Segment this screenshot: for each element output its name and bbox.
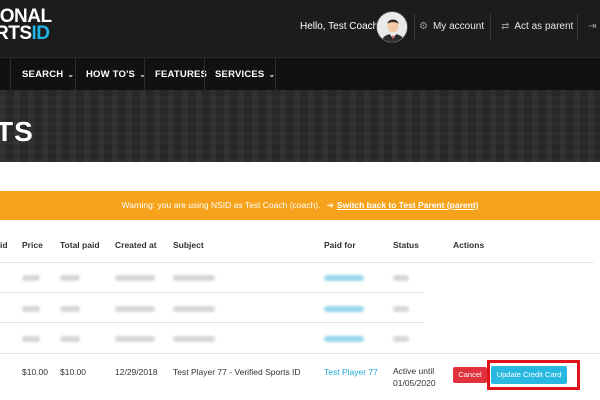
- redacted-cell: [22, 306, 40, 312]
- column-header-subject: Subject: [173, 240, 204, 250]
- redacted-cell: [60, 306, 80, 312]
- gear-icon: ⚙: [419, 21, 428, 32]
- table-divider: [0, 322, 424, 323]
- my-account-label: My account: [432, 21, 485, 32]
- swap-icon: ⇄: [501, 21, 510, 32]
- cancel-button[interactable]: Cancel: [453, 367, 487, 383]
- act-as-parent-label: Act as parent: [514, 21, 574, 32]
- status-line-2: 01/05/2020: [393, 378, 436, 388]
- avatar[interactable]: [376, 11, 408, 43]
- redacted-cell: [22, 336, 40, 342]
- redacted-cell: [393, 275, 409, 281]
- logo-id: ID: [31, 23, 51, 44]
- redacted-cell: [22, 275, 40, 281]
- page-title: TS: [0, 116, 34, 147]
- switch-back-link[interactable]: Switch back to Test Parent (parent): [337, 200, 479, 210]
- nav-divider: [10, 58, 11, 91]
- header-divider: [490, 14, 491, 40]
- nav-item-services[interactable]: SERVICES ⌄: [215, 58, 275, 91]
- avatar-icon: [377, 12, 407, 42]
- logo-sports: RTS: [0, 23, 32, 44]
- nav-item-label: SEARCH: [22, 69, 64, 80]
- column-header-id: id: [0, 240, 8, 250]
- table-divider: [0, 262, 424, 263]
- nav-item-label: SERVICES: [215, 69, 265, 80]
- logout-icon: ⇥: [588, 21, 597, 32]
- redacted-cell: [115, 275, 155, 281]
- created-at-cell: 12/29/2018: [115, 367, 158, 377]
- redacted-cell: [393, 306, 409, 312]
- column-header-price: Price: [22, 240, 43, 250]
- logo-line-2: RTSID: [0, 23, 52, 44]
- column-header-created-at: Created at: [115, 240, 157, 250]
- redacted-cell: [60, 275, 80, 281]
- redacted-cell: [173, 275, 215, 281]
- table-divider: [0, 292, 424, 293]
- redacted-cell: [324, 306, 364, 312]
- table-divider: [424, 262, 594, 263]
- header-divider: [577, 14, 578, 40]
- nav-divider: [204, 58, 205, 91]
- nav-divider: [75, 58, 76, 91]
- nav-item-features[interactable]: FEATURES: [155, 58, 207, 91]
- table-divider: [0, 353, 600, 354]
- switch-arrow-icon: ➔: [326, 200, 334, 210]
- redacted-cell: [324, 275, 364, 281]
- nav-item-label: HOW TO'S: [86, 69, 136, 80]
- nav-item-label: FEATURES: [155, 69, 208, 80]
- column-header-total-paid: Total paid: [60, 240, 100, 250]
- logout-link[interactable]: ⇥: [588, 21, 600, 32]
- redacted-cell: [173, 336, 215, 342]
- nav-item-search[interactable]: SEARCH ⌄: [22, 58, 74, 91]
- redacted-cell: [115, 336, 155, 342]
- nav-item-how-tos[interactable]: HOW TO'S ⌄: [86, 58, 146, 91]
- column-header-status: Status: [393, 240, 419, 250]
- redacted-cell: [115, 306, 155, 312]
- redacted-cell: [393, 336, 409, 342]
- main-navigation: SEARCH ⌄ HOW TO'S ⌄ FEATURES SERVICES ⌄: [0, 57, 600, 91]
- redacted-cell: [324, 336, 364, 342]
- redacted-cell: [60, 336, 80, 342]
- nav-divider: [144, 58, 145, 91]
- price-cell: $10.00: [22, 367, 48, 377]
- act-as-parent-link[interactable]: ⇄ Act as parent: [501, 21, 573, 32]
- site-logo[interactable]: IONAL RTSID: [0, 7, 52, 44]
- header-divider: [414, 14, 415, 40]
- greeting-text: Hello, Test Coach: [300, 21, 379, 32]
- column-header-paid-for: Paid for: [324, 240, 356, 250]
- paid-for-link[interactable]: Test Player 77: [324, 367, 378, 377]
- total-paid-cell: $10.00: [60, 367, 86, 377]
- page-hero: [0, 90, 600, 162]
- warning-text: Warning: you are using NSID as Test Coac…: [121, 200, 321, 210]
- top-header: IONAL RTSID Hello, Test Coach ⚙ My accoun…: [0, 0, 600, 57]
- status-line-1: Active until: [393, 366, 435, 376]
- nav-divider: [275, 58, 276, 91]
- impersonation-warning: Warning: you are using NSID as Test Coac…: [0, 191, 600, 220]
- highlight-box: [487, 360, 580, 390]
- redacted-cell: [173, 306, 215, 312]
- chevron-down-icon: ⌄: [67, 70, 75, 79]
- column-header-actions: Actions: [453, 240, 485, 250]
- subject-cell: Test Player 77 - Verified Sports ID: [173, 367, 301, 377]
- my-account-link[interactable]: ⚙ My account: [419, 21, 484, 32]
